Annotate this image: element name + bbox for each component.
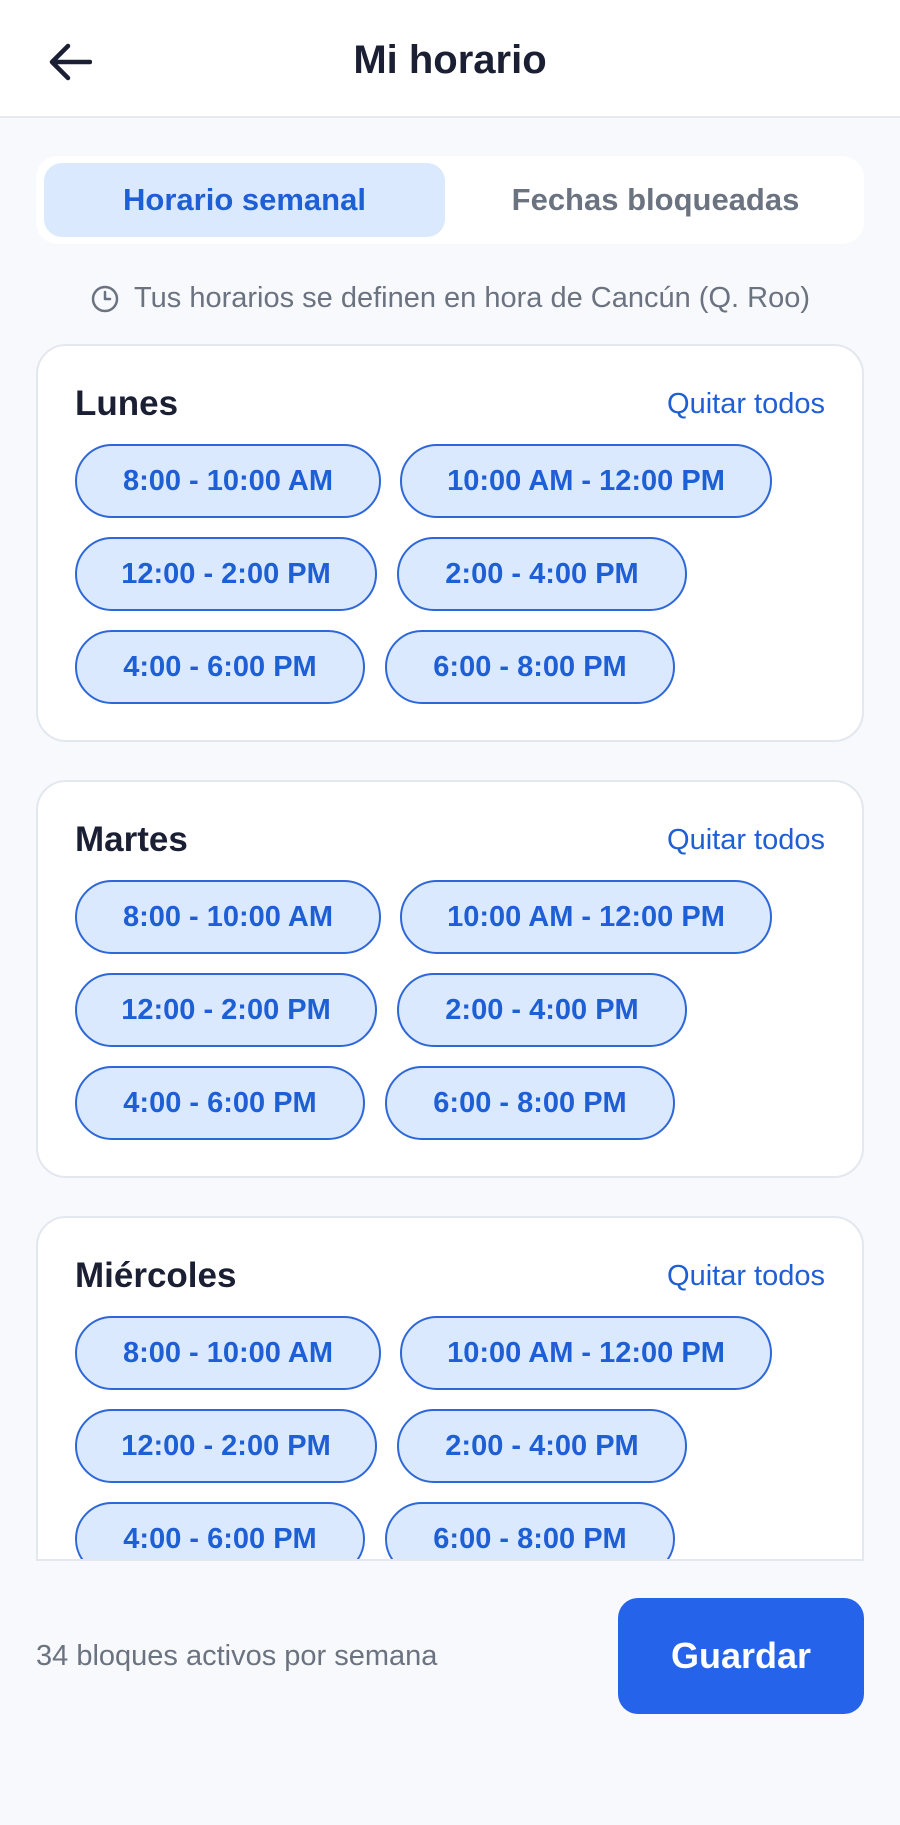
timezone-note: Tus horarios se definen en hora de Cancú…: [0, 282, 900, 315]
timezone-note-text: Tus horarios se definen en hora de Cancú…: [134, 282, 810, 314]
top-bar: Mi horario: [0, 0, 900, 118]
time-slot-chip[interactable]: 10:00 AM - 12:00 PM: [400, 444, 772, 518]
clock-icon: [91, 285, 119, 312]
time-slot-chip[interactable]: 10:00 AM - 12:00 PM: [400, 1316, 772, 1390]
time-slot-chip[interactable]: 10:00 AM - 12:00 PM: [400, 880, 772, 954]
time-slot-chip[interactable]: 8:00 - 10:00 AM: [75, 880, 381, 954]
page-title: Mi horario: [353, 38, 547, 82]
time-slot-chip[interactable]: 4:00 - 6:00 PM: [75, 1066, 365, 1140]
time-slot-chip[interactable]: 2:00 - 4:00 PM: [397, 1409, 687, 1483]
save-button[interactable]: Guardar: [618, 1598, 864, 1714]
time-slot-chip[interactable]: 12:00 - 2:00 PM: [75, 537, 377, 611]
time-slot-chip[interactable]: 12:00 - 2:00 PM: [75, 1409, 377, 1483]
day-name: Lunes: [75, 384, 179, 423]
time-slot-chip[interactable]: 6:00 - 8:00 PM: [385, 630, 675, 704]
day-name: Miércoles: [75, 1256, 237, 1295]
time-slot-chip[interactable]: 6:00 - 8:00 PM: [385, 1066, 675, 1140]
schedule-list[interactable]: Lunes Quitar todos 8:00 - 10:00 AM 10:00…: [36, 344, 864, 1560]
active-blocks-count: 34 bloques activos por semana: [36, 1640, 438, 1672]
time-slot-chip[interactable]: 2:00 - 4:00 PM: [397, 537, 687, 611]
footer-divider: [36, 1559, 864, 1561]
tab-bar: Horario semanal Fechas bloqueadas: [36, 156, 864, 244]
tab-weekly-schedule[interactable]: Horario semanal: [44, 163, 445, 237]
time-slot-chip[interactable]: 6:00 - 8:00 PM: [385, 1502, 675, 1560]
day-card-miercoles: Miércoles Quitar todos 8:00 - 10:00 AM 1…: [36, 1216, 864, 1560]
day-name: Martes: [75, 820, 188, 859]
day-card-lunes: Lunes Quitar todos 8:00 - 10:00 AM 10:00…: [36, 344, 864, 742]
time-slot-chip[interactable]: 4:00 - 6:00 PM: [75, 1502, 365, 1560]
day-card-martes: Martes Quitar todos 8:00 - 10:00 AM 10:0…: [36, 780, 864, 1178]
time-slot-chip[interactable]: 8:00 - 10:00 AM: [75, 1316, 381, 1390]
time-slot-chip[interactable]: 12:00 - 2:00 PM: [75, 973, 377, 1047]
time-slot-chip[interactable]: 2:00 - 4:00 PM: [397, 973, 687, 1047]
time-slot-chip[interactable]: 4:00 - 6:00 PM: [75, 630, 365, 704]
tab-blocked-dates[interactable]: Fechas bloqueadas: [455, 163, 856, 237]
remove-all-button[interactable]: Quitar todos: [667, 1260, 825, 1293]
time-slot-chip[interactable]: 8:00 - 10:00 AM: [75, 444, 381, 518]
remove-all-button[interactable]: Quitar todos: [667, 388, 825, 421]
remove-all-button[interactable]: Quitar todos: [667, 824, 825, 857]
